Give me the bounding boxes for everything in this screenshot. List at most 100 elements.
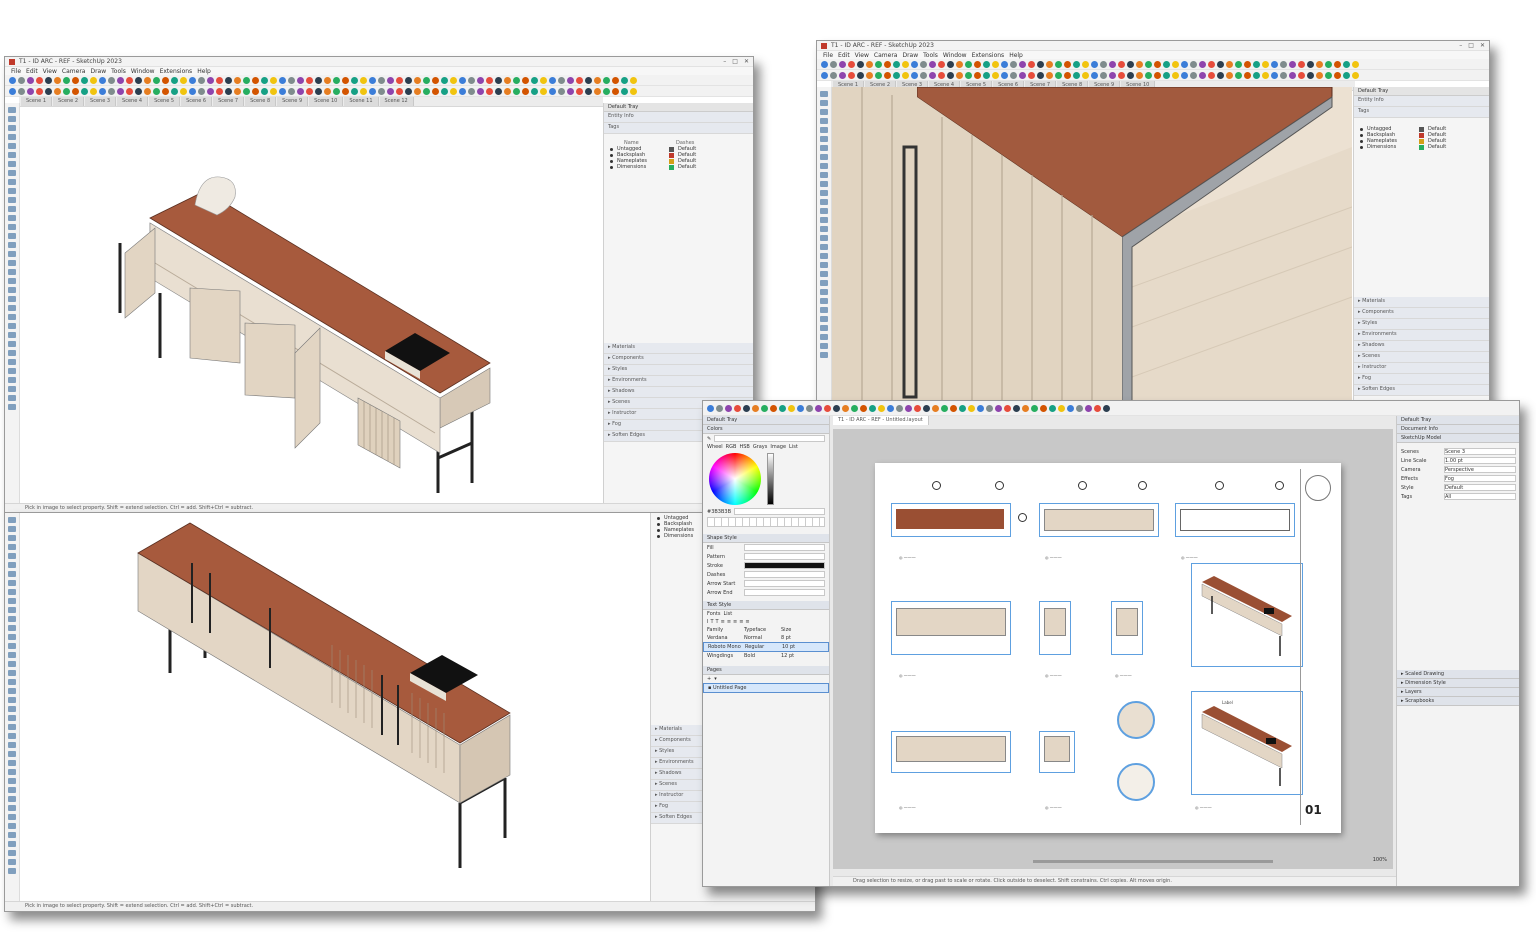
toolbar-tool-icon[interactable] (1136, 71, 1143, 79)
tool-icon[interactable] (8, 526, 16, 532)
tray-section-entity-info[interactable]: Entity Info (604, 112, 753, 123)
color-swatch-bar[interactable] (714, 435, 825, 442)
toolbar-tool-icon[interactable] (839, 60, 846, 68)
toolbar-tool-icon[interactable] (621, 76, 628, 84)
tool-icon[interactable] (8, 332, 16, 338)
tool-icon[interactable] (8, 553, 16, 559)
toolbar-tool-icon[interactable] (860, 404, 867, 412)
color-mode-tab[interactable]: HSB (739, 444, 749, 450)
toolbar-tool-icon[interactable] (866, 71, 873, 79)
tool-icon[interactable] (820, 244, 828, 250)
color-mode-tab[interactable]: Grays (753, 444, 768, 450)
toolbar-tool-icon[interactable] (1064, 71, 1071, 79)
toolbar-tool-icon[interactable] (1049, 404, 1056, 412)
shape-style-row[interactable]: Stroke (703, 561, 829, 570)
tool-icon[interactable] (820, 100, 828, 106)
toolbar-tool-icon[interactable] (905, 404, 912, 412)
right-section-layers[interactable]: ▸ Layers (1397, 688, 1519, 697)
tool-icon[interactable] (8, 161, 16, 167)
tool-icon[interactable] (8, 517, 16, 523)
detail-bubble-2[interactable] (1117, 763, 1155, 801)
pages-header[interactable]: Pages (703, 666, 829, 675)
menu-file[interactable]: File (823, 52, 833, 59)
toolbar-tool-icon[interactable] (1001, 71, 1008, 79)
text-style-tab[interactable]: List (724, 611, 733, 617)
tag-color-swatch[interactable] (669, 164, 674, 170)
toolbar-tool-icon[interactable] (45, 76, 52, 84)
minimize-icon[interactable]: – (1459, 42, 1462, 49)
toolbar-tool-icon[interactable] (252, 76, 259, 84)
toolbar-tool-icon[interactable] (351, 76, 358, 84)
scene-tab[interactable]: Scene 7 (213, 97, 245, 106)
toolbar-tool-icon[interactable] (1028, 60, 1035, 68)
viewport-3d-open[interactable] (1191, 563, 1303, 667)
toolbar-tool-icon[interactable] (977, 404, 984, 412)
tool-icon[interactable] (8, 368, 16, 374)
visibility-icon[interactable] (1360, 127, 1363, 131)
toolbar-tool-icon[interactable] (965, 71, 972, 79)
toolbar-tool-icon[interactable] (504, 76, 511, 84)
toolbar-tool-icon[interactable] (144, 76, 151, 84)
visibility-icon[interactable] (1360, 139, 1363, 143)
toolbar-tool-icon[interactable] (1271, 71, 1278, 79)
toolbar-tool-icon[interactable] (1181, 71, 1188, 79)
toolbar-tool-icon[interactable] (189, 87, 196, 95)
shape-style-value[interactable] (744, 553, 825, 560)
viewport-front-elevation[interactable] (1039, 503, 1159, 537)
font-table-row[interactable]: Wingdings Bold 12 pt (703, 652, 829, 660)
toolbar-tool-icon[interactable] (1094, 404, 1101, 412)
opacity-slider[interactable] (734, 508, 825, 515)
toolbar-tool-icon[interactable] (923, 404, 930, 412)
menu-camera[interactable]: Camera (874, 52, 898, 59)
toolbar-tool-icon[interactable] (707, 404, 714, 412)
scene-tab[interactable]: Scene 11 (344, 97, 379, 106)
toolbar-tool-icon[interactable] (1145, 71, 1152, 79)
menu-tools[interactable]: Tools (111, 68, 126, 75)
tray-section-materials[interactable]: ▸ Materials (604, 343, 753, 354)
font-table-row[interactable]: Roboto Mono Regular 10 pt (703, 642, 829, 652)
tool-icon[interactable] (8, 134, 16, 140)
scene-tab[interactable]: Scene 3 (85, 97, 117, 106)
tool-icon[interactable] (8, 143, 16, 149)
toolbar-tool-icon[interactable] (9, 87, 16, 95)
toolbar-tool-icon[interactable] (162, 76, 169, 84)
toolbar-tool-icon[interactable] (234, 76, 241, 84)
model-field-value[interactable]: Default (1444, 484, 1516, 491)
document-tab[interactable]: T1 - ID ARC - REF - Untitled.layout (833, 416, 929, 425)
toolbar-tool-icon[interactable] (830, 60, 837, 68)
shape-style-value[interactable] (744, 580, 825, 587)
toolbar-tool-icon[interactable] (531, 87, 538, 95)
tray-section-shadows[interactable]: ▸ Shadows (604, 387, 753, 398)
shape-style-value[interactable] (744, 571, 825, 578)
toolbar-tool-icon[interactable] (513, 87, 520, 95)
toolbar-tool-icon[interactable] (1055, 71, 1062, 79)
menu-draw[interactable]: Draw (902, 52, 918, 59)
toolbar-tool-icon[interactable] (207, 87, 214, 95)
model-field-value[interactable]: Perspective (1444, 466, 1516, 473)
toolbar-tool-icon[interactable] (117, 76, 124, 84)
toolbar-tool-icon[interactable] (387, 76, 394, 84)
toolbar-tool-icon[interactable] (450, 76, 457, 84)
toolbar-tool-icon[interactable] (887, 404, 894, 412)
toolbar-tool-icon[interactable] (45, 87, 52, 95)
tray-section-instructor[interactable]: ▸ Instructor (1354, 363, 1489, 374)
toolbar-tool-icon[interactable] (189, 76, 196, 84)
toolbar-tool-icon[interactable] (1100, 60, 1107, 68)
toolbar-tool-icon[interactable] (1316, 71, 1323, 79)
tool-icon[interactable] (8, 305, 16, 311)
model-viewport[interactable] (20, 513, 650, 898)
toolbar-tool-icon[interactable] (968, 404, 975, 412)
tool-icon[interactable] (820, 217, 828, 223)
toolbar-tool-icon[interactable] (929, 71, 936, 79)
toolbar-tool-icon[interactable] (9, 76, 16, 84)
toolbar-tool-icon[interactable] (171, 87, 178, 95)
color-mode-tab[interactable]: Wheel (707, 444, 723, 450)
toolbar-tool-icon[interactable] (153, 87, 160, 95)
toolbar-tool-icon[interactable] (893, 71, 900, 79)
toolbar-tool-icon[interactable] (261, 87, 268, 95)
toolbar-tool-icon[interactable] (1082, 71, 1089, 79)
tool-icon[interactable] (8, 751, 16, 757)
toolbar-tool-icon[interactable] (1109, 60, 1116, 68)
tag-color-swatch[interactable] (669, 158, 674, 164)
zoom-level[interactable]: 100% (1373, 857, 1387, 863)
